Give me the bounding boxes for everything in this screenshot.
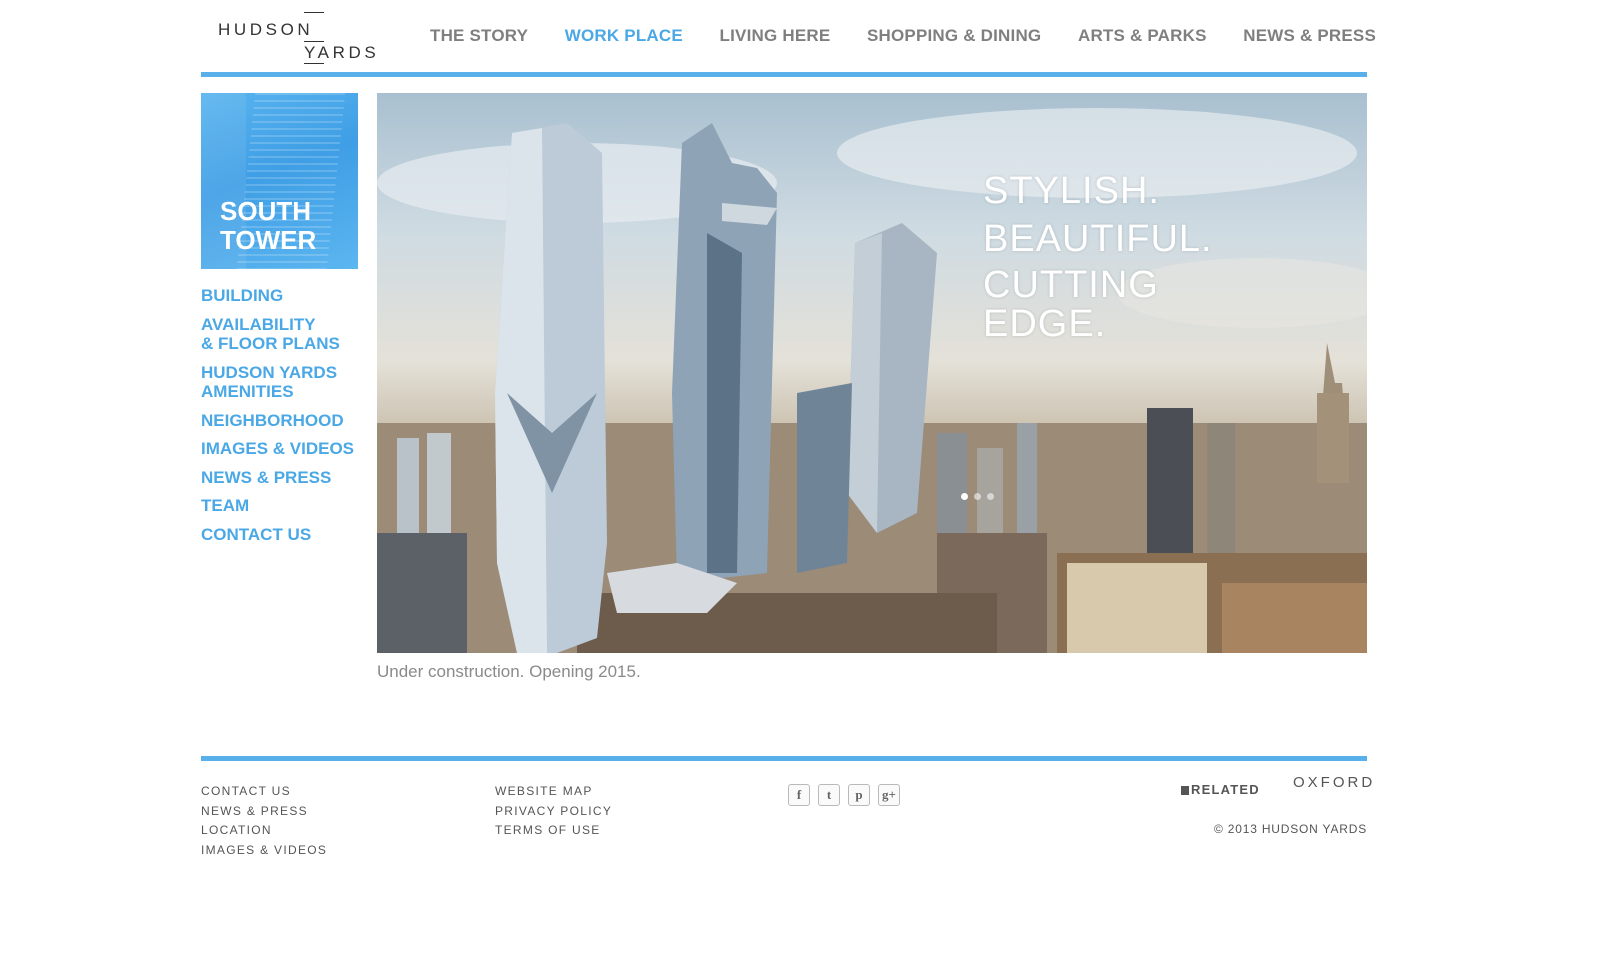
partner-name: RELATED xyxy=(1191,782,1260,797)
south-tower-tile[interactable]: SOUTH TOWER xyxy=(201,93,358,269)
logo-rule xyxy=(304,63,324,64)
sidenav-neighborhood[interactable]: NEIGHBORHOOD xyxy=(201,411,371,431)
sidenav-label: HUDSON YARDS xyxy=(201,362,338,382)
related-logo[interactable]: RELATED xyxy=(1181,782,1260,797)
main-navigation: THE STORY WORK PLACE LIVING HERE SHOPPIN… xyxy=(430,26,1376,50)
logo-rule xyxy=(304,12,324,13)
slogan-line: EDGE. xyxy=(983,303,1107,345)
sidenav-label: NEIGHBORHOOD xyxy=(201,410,344,430)
sidenav-label: BUILDING xyxy=(201,286,284,305)
footer-news-press[interactable]: NEWS & PRESS xyxy=(201,802,327,822)
section-navigation: BUILDING AVAILABILITY & FLOOR PLANS HUDS… xyxy=(201,286,371,553)
sidenav-building[interactable]: BUILDING xyxy=(201,286,371,306)
footer-contact-us[interactable]: CONTACT US xyxy=(201,782,327,802)
sidenav-label: & FLOOR PLANS xyxy=(201,334,340,353)
social-links: f t p g+ xyxy=(788,784,900,806)
slogan-line: CUTTING xyxy=(983,264,1159,306)
sidenav-label: TEAM xyxy=(201,496,250,515)
tile-title: SOUTH TOWER xyxy=(220,197,316,255)
footer-location[interactable]: LOCATION xyxy=(201,821,327,841)
sidenav-team[interactable]: TEAM xyxy=(201,496,371,516)
footer-privacy-policy[interactable]: PRIVACY POLICY xyxy=(495,802,612,822)
slide-dot[interactable] xyxy=(987,493,994,500)
logo-line2: YARDS xyxy=(304,43,380,62)
sidenav-label: CONTACT US xyxy=(201,524,312,544)
sidenav-images-videos[interactable]: IMAGES & VIDEOS xyxy=(201,439,371,459)
sidenav-label: IMAGES & VIDEOS xyxy=(201,439,355,458)
footer-links-primary: CONTACT US NEWS & PRESS LOCATION IMAGES … xyxy=(201,782,327,860)
footer-links-secondary: WEBSITE MAP PRIVACY POLICY TERMS OF USE xyxy=(495,782,612,841)
hero-slogan: STYLISH. BEAUTIFUL. CUTTING EDGE. xyxy=(983,171,1213,352)
logo-line1: HUDSON xyxy=(218,20,314,39)
sidenav-label: AMENITIES xyxy=(201,382,294,401)
hudson-yards-logo[interactable]: HUDSON YARDS xyxy=(218,10,376,66)
slogan-line: STYLISH. xyxy=(983,170,1160,212)
nav-arts-parks[interactable]: ARTS & PARKS xyxy=(1078,26,1207,50)
tile-title-line1: SOUTH xyxy=(220,196,311,226)
sidenav-label: NEWS & PRESS xyxy=(201,467,332,487)
related-mark-icon xyxy=(1181,786,1189,795)
footer-terms-of-use[interactable]: TERMS OF USE xyxy=(495,821,612,841)
sidenav-availability[interactable]: AVAILABILITY & FLOOR PLANS xyxy=(201,315,371,354)
slogan-line: BEAUTIFUL. xyxy=(983,218,1213,260)
logo-rule xyxy=(304,41,324,42)
header-divider xyxy=(201,72,1367,77)
nav-news-press[interactable]: NEWS & PRESS xyxy=(1243,26,1376,50)
nav-living-here[interactable]: LIVING HERE xyxy=(720,26,831,50)
nav-work-place[interactable]: WORK PLACE xyxy=(565,26,683,50)
oxford-logo[interactable]: OXFORD xyxy=(1293,774,1375,791)
nav-the-story[interactable]: THE STORY xyxy=(430,26,528,50)
sidenav-news-press[interactable]: NEWS & PRESS xyxy=(201,468,371,488)
sidenav-amenities[interactable]: HUDSON YARDS AMENITIES xyxy=(201,363,371,402)
twitter-icon[interactable]: t xyxy=(818,784,840,806)
tile-title-line2: TOWER xyxy=(220,225,317,255)
footer-images-videos[interactable]: IMAGES & VIDEOS xyxy=(201,841,327,861)
google-plus-icon[interactable]: g+ xyxy=(878,784,900,806)
sidenav-label: AVAILABILITY xyxy=(201,314,316,334)
slide-dot[interactable] xyxy=(974,493,981,500)
footer-website-map[interactable]: WEBSITE MAP xyxy=(495,782,612,802)
slide-dot-active[interactable] xyxy=(961,493,968,500)
facebook-icon[interactable]: f xyxy=(788,784,810,806)
copyright-notice: © 2013 HUDSON YARDS xyxy=(1214,822,1367,836)
slideshow-pagination xyxy=(961,493,994,500)
hero-caption: Under construction. Opening 2015. xyxy=(377,662,641,681)
nav-shopping-dining[interactable]: SHOPPING & DINING xyxy=(867,26,1041,50)
pinterest-icon[interactable]: p xyxy=(848,784,870,806)
footer-divider xyxy=(201,756,1367,761)
hero-slideshow[interactable]: STYLISH. BEAUTIFUL. CUTTING EDGE. xyxy=(377,93,1367,653)
sidenav-contact-us[interactable]: CONTACT US xyxy=(201,525,371,545)
skyline-illustration xyxy=(377,108,1367,653)
partner-name: OXFORD xyxy=(1293,774,1376,791)
